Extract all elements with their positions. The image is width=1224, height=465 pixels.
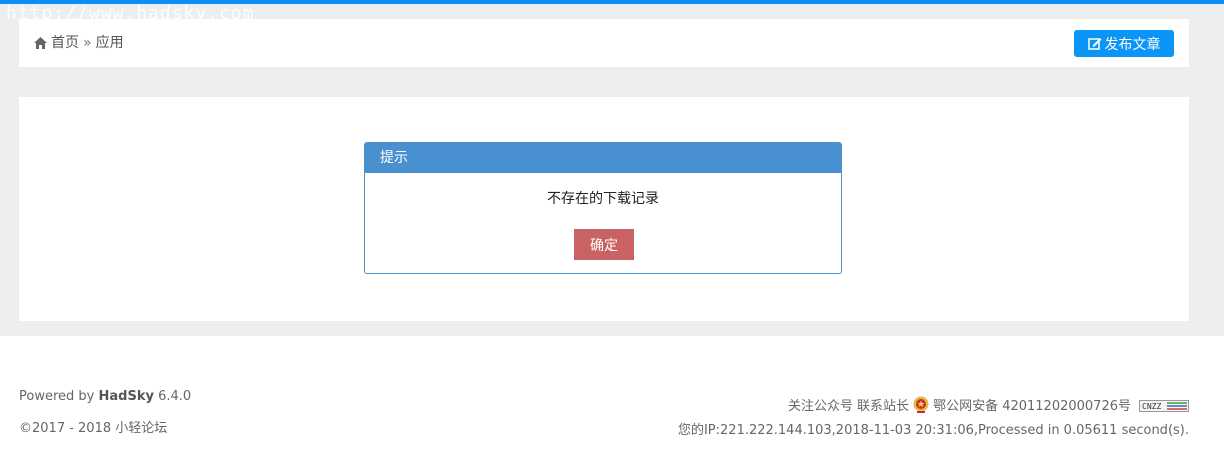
breadcrumb-current[interactable]: 应用 [96,34,124,52]
version-number: 6.4.0 [158,389,192,404]
contact-admin-link[interactable]: 联系站长 [857,395,909,414]
dialog-title: 提示 [365,143,841,173]
breadcrumb-bar: 首页 » 应用 发布文章 [19,19,1189,67]
dialog-message: 不存在的下载记录 [547,191,659,207]
confirm-button[interactable]: 确定 [574,229,634,260]
breadcrumb-separator: » [83,35,92,51]
icp-record-link[interactable]: 鄂公网安备 42011202000726号 [933,395,1131,414]
footer-links: 关注公众号 联系站长 鄂公网安备 42011202000726号 CNZZ [678,388,1189,414]
hadsky-brand-link[interactable]: HadSky [99,389,154,404]
edit-icon [1087,38,1101,50]
visitor-status: 您的IP:221.222.144.103,2018-11-03 20:31:06… [677,423,1189,438]
breadcrumb: 首页 » 应用 [34,34,124,52]
publish-article-label: 发布文章 [1104,36,1161,53]
alert-dialog: 提示 不存在的下载记录 确定 [364,142,842,274]
copyright: ©2017 - 2018 小轻论坛 [19,421,168,436]
cnzz-stats-badge[interactable]: CNZZ [1139,400,1189,412]
content-card: 提示 不存在的下载记录 确定 [19,97,1189,321]
cnzz-badge-text: CNZZ [1142,402,1161,411]
powered-by: Powered by HadSky 6.4.0 [19,388,191,406]
publish-article-button[interactable]: 发布文章 [1074,30,1174,57]
home-icon [34,37,47,49]
footer-left: Powered by HadSky 6.4.0 ©2017 - 2018 小轻论… [19,388,191,438]
breadcrumb-home-link[interactable]: 首页 [51,34,79,52]
follow-wechat-link[interactable]: 关注公众号 [788,395,853,414]
police-badge-icon [913,396,929,413]
powered-prefix: Powered by [19,389,95,404]
footer-right: 关注公众号 联系站长 鄂公网安备 42011202000726号 CNZZ 您的… [678,388,1189,440]
